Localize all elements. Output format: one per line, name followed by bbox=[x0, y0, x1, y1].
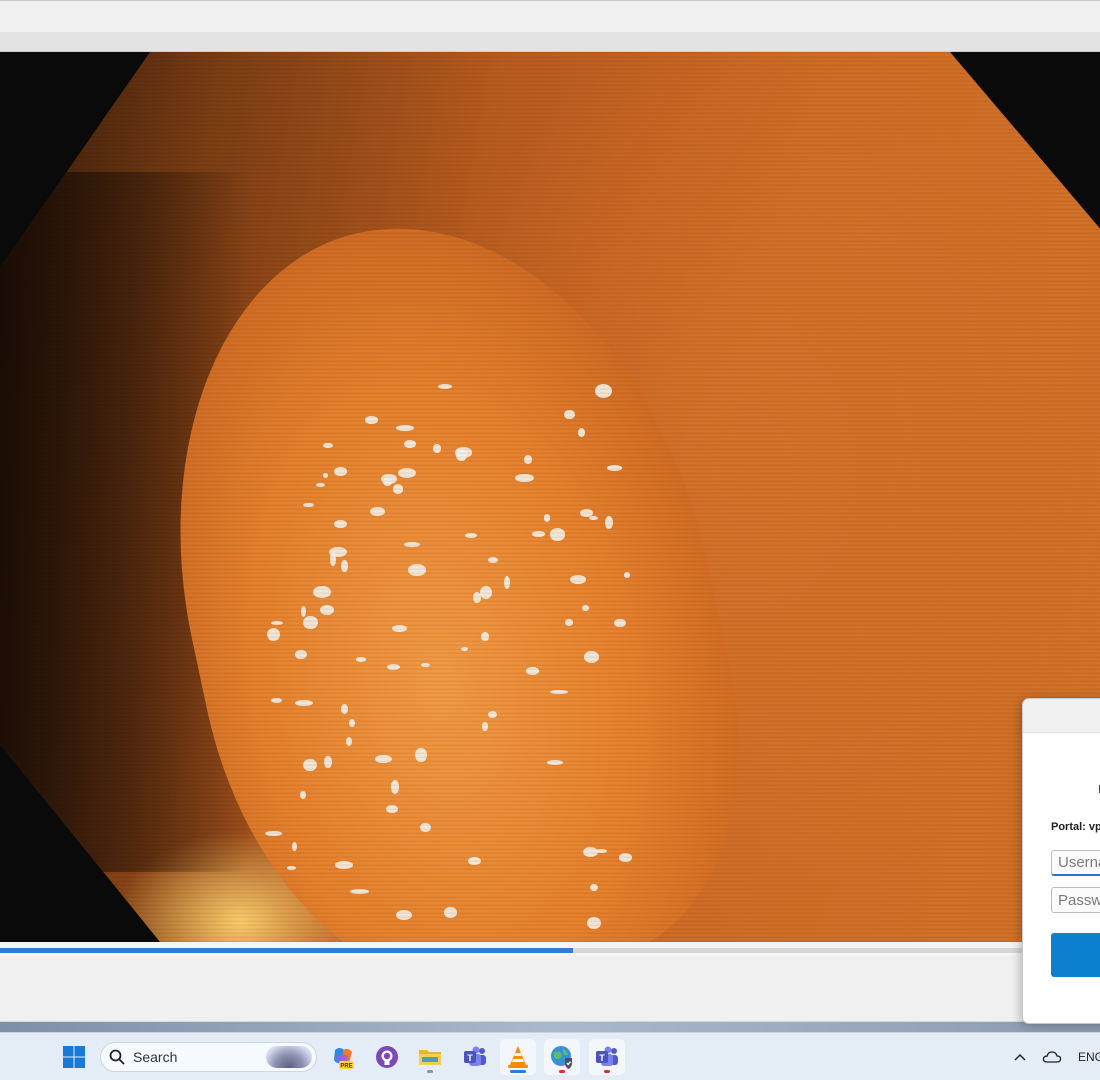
onedrive-button[interactable] bbox=[1036, 1039, 1068, 1075]
windows-logo-icon bbox=[63, 1046, 85, 1068]
attention-indicator bbox=[604, 1070, 610, 1073]
taskbar-app-vlc[interactable] bbox=[500, 1039, 536, 1075]
sign-in-button[interactable] bbox=[1051, 933, 1100, 977]
window-menu-strip bbox=[0, 32, 1100, 52]
portal-label: Portal: vp bbox=[1051, 821, 1100, 833]
search-placeholder: Search bbox=[133, 1049, 178, 1065]
vpn-login-dialog: Portal: vp bbox=[1022, 698, 1100, 1024]
taskbar-app-browser[interactable] bbox=[544, 1039, 580, 1075]
language-indicator[interactable]: ENG bbox=[1078, 1050, 1100, 1064]
taskbar-app-teams-work[interactable]: T bbox=[589, 1039, 625, 1075]
screen: Portal: vp Search bbox=[0, 0, 1100, 1080]
dialog-header[interactable] bbox=[1023, 699, 1100, 733]
active-indicator bbox=[510, 1070, 526, 1073]
password-input[interactable] bbox=[1051, 887, 1100, 913]
video-viewport[interactable] bbox=[0, 52, 1100, 942]
globe-shield-icon bbox=[551, 1046, 572, 1069]
svg-text:T: T bbox=[599, 1053, 605, 1063]
svg-text:T: T bbox=[467, 1053, 473, 1063]
teams-icon: T bbox=[464, 1046, 486, 1066]
taskbar-app-file-explorer[interactable] bbox=[412, 1039, 448, 1075]
seek-track[interactable] bbox=[0, 948, 1100, 953]
taskbar: Search PRE T T ENG bbox=[0, 1032, 1100, 1080]
search-icon bbox=[109, 1049, 125, 1065]
seek-bar[interactable] bbox=[0, 942, 1100, 956]
copilot-pre-icon: PRE bbox=[334, 1048, 354, 1070]
taskbar-app-teams[interactable]: T bbox=[457, 1039, 493, 1075]
window-titlebar[interactable] bbox=[0, 0, 1100, 32]
player-controls-area bbox=[0, 956, 1100, 1022]
search-highlight-art bbox=[266, 1046, 312, 1068]
start-button[interactable] bbox=[56, 1039, 92, 1075]
video-frame bbox=[0, 52, 1100, 942]
seek-progress-fill bbox=[0, 948, 574, 953]
github-icon bbox=[376, 1046, 398, 1068]
username-input[interactable] bbox=[1051, 850, 1100, 876]
show-hidden-icons-button[interactable] bbox=[1003, 1039, 1037, 1075]
video-scanlines bbox=[0, 52, 1100, 942]
running-indicator bbox=[427, 1070, 433, 1073]
desktop-background bbox=[0, 1022, 1100, 1032]
taskbar-app-copilot[interactable]: PRE bbox=[325, 1039, 361, 1075]
vlc-cone-icon bbox=[508, 1046, 528, 1068]
taskbar-app-github[interactable] bbox=[369, 1039, 405, 1075]
cloud-icon bbox=[1042, 1051, 1062, 1063]
taskbar-search[interactable]: Search bbox=[100, 1042, 317, 1072]
folder-icon bbox=[419, 1050, 441, 1065]
chevron-up-icon bbox=[1014, 1053, 1026, 1061]
svg-text:PRE: PRE bbox=[340, 1064, 352, 1070]
teams-work-icon: T bbox=[596, 1046, 618, 1066]
attention-indicator bbox=[559, 1070, 565, 1073]
